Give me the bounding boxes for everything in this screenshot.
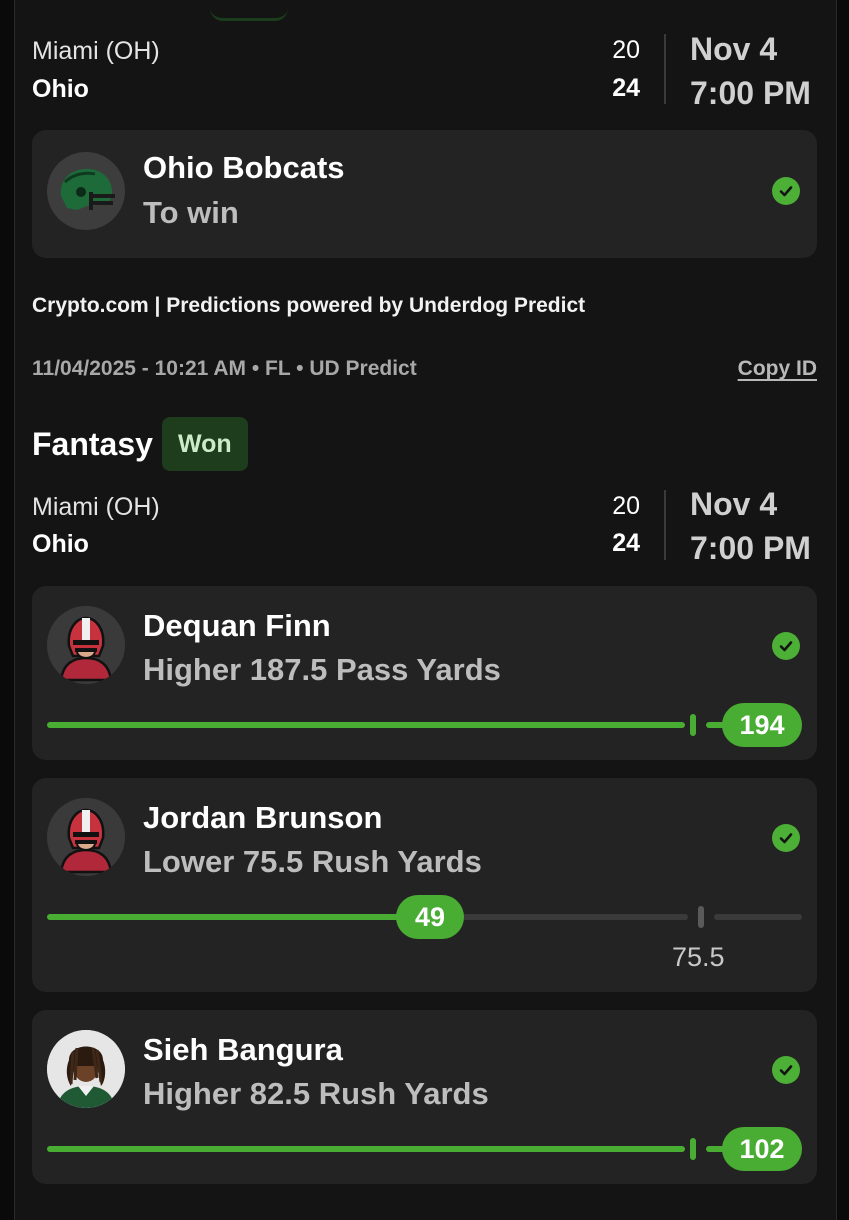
progress-track xyxy=(714,914,802,920)
home-team-name: Ohio xyxy=(32,530,89,558)
powered-by-text: Crypto.com | Predictions powered by Unde… xyxy=(32,294,586,317)
pick-title: Ohio Bobcats xyxy=(143,150,345,185)
game-time: 7:00 PM xyxy=(690,75,811,111)
pick-line: Lower 75.5 Rush Yards xyxy=(143,844,482,879)
progress-fill xyxy=(47,914,407,920)
result-pill: 194 xyxy=(722,703,802,747)
home-team-score: 24 xyxy=(612,74,640,102)
away-team-score: 20 xyxy=(612,492,640,520)
game-time: 7:00 PM xyxy=(690,530,811,566)
pick-subtitle: To win xyxy=(143,195,239,230)
score-divider xyxy=(664,34,666,104)
check-circle-icon xyxy=(772,824,800,852)
check-circle-icon xyxy=(772,1056,800,1084)
game-date: Nov 4 xyxy=(690,31,778,67)
player-name: Sieh Bangura xyxy=(143,1032,343,1067)
line-value-label: 75.5 xyxy=(672,942,725,972)
game-date: Nov 4 xyxy=(690,486,778,522)
player-pick-card[interactable]: Jordan Brunson Lower 75.5 Rush Yards 49 … xyxy=(32,778,817,992)
top-indicator xyxy=(210,8,288,21)
player-silhouette-icon xyxy=(47,798,125,876)
home-team-name: Ohio xyxy=(32,75,89,103)
result-pill: 102 xyxy=(722,1127,802,1171)
section-title: Fantasy xyxy=(32,426,153,462)
helmet-icon xyxy=(47,152,125,230)
status-badge: Won xyxy=(162,417,248,471)
away-team-name: Miami (OH) xyxy=(32,37,160,65)
copy-id-link[interactable]: Copy ID xyxy=(738,357,817,381)
line-marker xyxy=(698,906,704,928)
result-pill: 49 xyxy=(396,895,464,939)
player-name: Dequan Finn xyxy=(143,608,331,643)
progress-fill xyxy=(47,1146,685,1152)
bet-meta: 11/04/2025 - 10:21 AM • FL • UD Predict xyxy=(32,357,417,380)
line-marker xyxy=(690,1138,696,1160)
pick-line: Higher 187.5 Pass Yards xyxy=(143,652,501,687)
player-photo xyxy=(47,1030,125,1108)
player-pick-card[interactable]: Sieh Bangura Higher 82.5 Rush Yards 102 xyxy=(32,1010,817,1184)
progress-track xyxy=(462,914,688,920)
away-team-score: 20 xyxy=(612,36,640,64)
line-marker xyxy=(690,714,696,736)
away-team-name: Miami (OH) xyxy=(32,493,160,521)
check-circle-icon xyxy=(772,632,800,660)
home-team-score: 24 xyxy=(612,529,640,557)
player-name: Jordan Brunson xyxy=(143,800,383,835)
player-silhouette-icon xyxy=(47,606,125,684)
check-circle-icon xyxy=(772,177,800,205)
player-pick-card[interactable]: Dequan Finn Higher 187.5 Pass Yards 194 xyxy=(32,586,817,760)
progress-fill xyxy=(47,722,685,728)
score-divider xyxy=(664,490,666,560)
moneyline-pick-card[interactable]: Ohio Bobcats To win xyxy=(32,130,817,258)
pick-line: Higher 82.5 Rush Yards xyxy=(143,1076,489,1111)
